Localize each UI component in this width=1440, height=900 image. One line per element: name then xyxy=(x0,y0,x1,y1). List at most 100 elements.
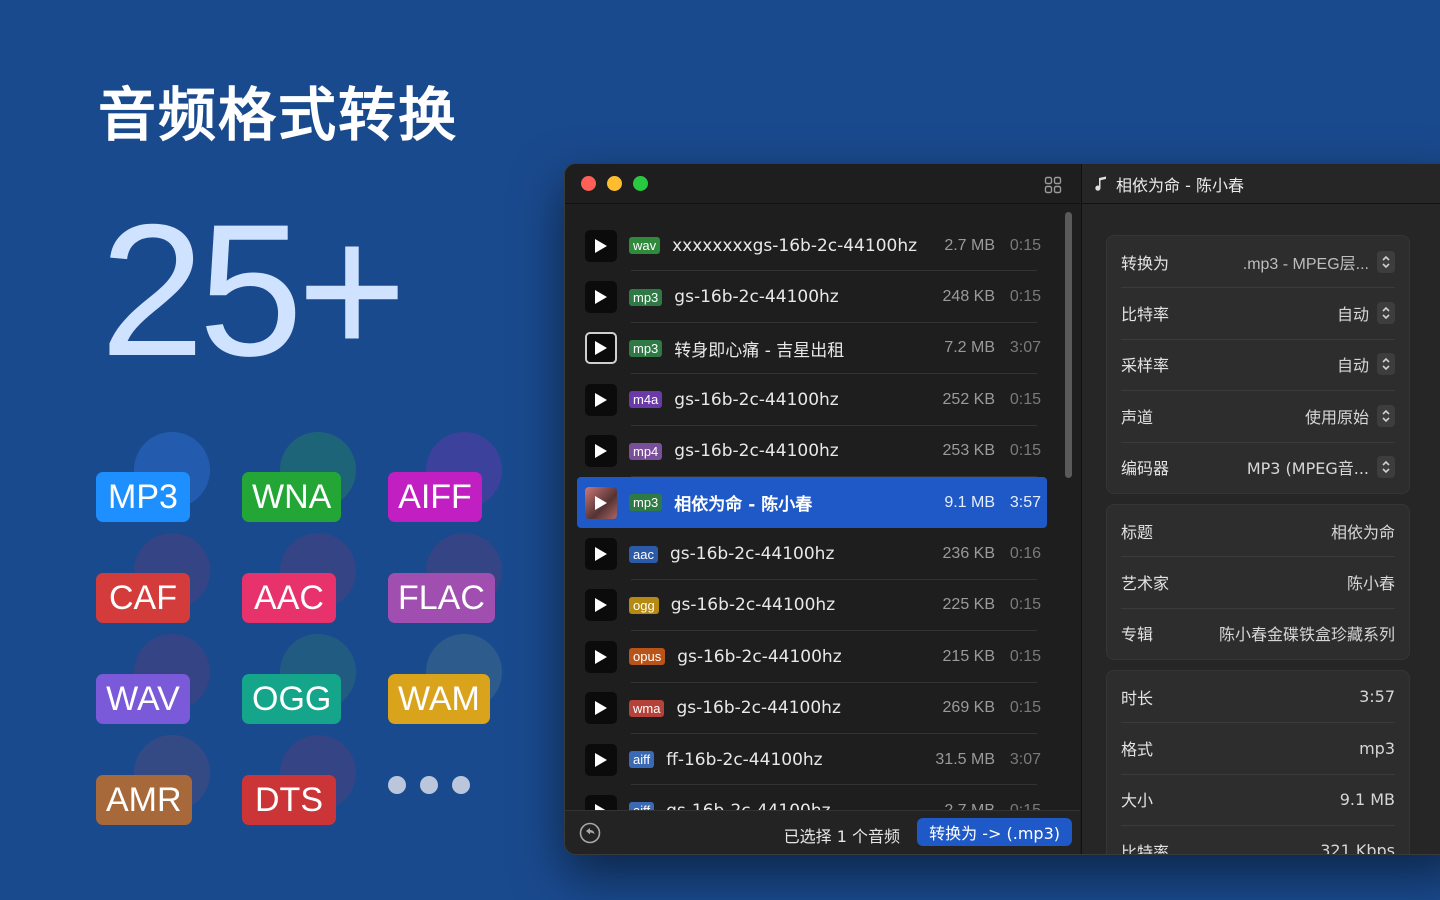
dot xyxy=(388,776,406,794)
format-label: AAC xyxy=(242,573,336,623)
file-size: 7.2 MB xyxy=(944,339,995,357)
chevron-up-down-icon xyxy=(1382,306,1390,320)
file-name: ff-16b-2c-44100hz xyxy=(666,749,823,770)
format-badge: m4a xyxy=(629,391,663,409)
file-row[interactable]: m4a gs-16b-2c-44100hz 252 KB 0:15 xyxy=(577,374,1047,426)
grid-view-icon[interactable] xyxy=(1044,176,1062,194)
file-row[interactable]: wma gs-16b-2c-44100hz 269 KB 0:15 xyxy=(577,683,1047,735)
detail-value-text: 相依为命 xyxy=(1330,522,1395,542)
footer-bar: 已选择 1 个音频 转换为 -> (.mp3) xyxy=(565,810,1080,854)
play-button[interactable] xyxy=(585,435,617,468)
format-tag-aiff: AIFF xyxy=(388,432,502,522)
file-row[interactable]: mp3 gs-16b-2c-44100hz 248 KB 0:15 xyxy=(577,271,1047,324)
file-name: 相依为命 - 陈小春 xyxy=(674,495,813,516)
format-tag-mp3: MP3 xyxy=(96,432,210,522)
play-button[interactable] xyxy=(585,692,617,725)
format-label: MP3 xyxy=(96,472,190,522)
detail-row[interactable]: 声道 使用原始 xyxy=(1121,390,1395,441)
file-row[interactable]: opus gs-16b-2c-44100hz 215 KB 0:15 xyxy=(577,631,1047,683)
detail-value: 使用原始 xyxy=(1305,404,1395,428)
detail-value: .mp3 - MPEG层... xyxy=(1243,250,1395,274)
file-row[interactable]: aiff ff-16b-2c-44100hz 31.5 MB 3:07 xyxy=(577,734,1047,786)
file-duration: 0:15 xyxy=(1009,647,1041,665)
detail-value: mp3 xyxy=(1359,739,1395,758)
file-duration: 3:07 xyxy=(1009,750,1041,768)
detail-row[interactable]: 编码器 MP3 (MPEG音... xyxy=(1121,441,1395,493)
dot xyxy=(420,776,438,794)
detail-label: 标题 xyxy=(1121,522,1154,542)
detail-label: 艺术家 xyxy=(1121,574,1170,594)
play-icon xyxy=(595,598,607,613)
format-label: WAM xyxy=(388,674,490,724)
play-icon xyxy=(595,701,607,716)
stepper-control[interactable] xyxy=(1377,404,1395,427)
play-icon xyxy=(595,752,607,767)
format-label: WNA xyxy=(242,472,342,522)
detail-label: 时长 xyxy=(1121,688,1154,708)
format-tag-wam: WAM xyxy=(388,634,502,724)
file-row[interactable]: ogg gs-16b-2c-44100hz 225 KB 0:15 xyxy=(577,580,1047,632)
album-art-play-button[interactable] xyxy=(585,486,617,519)
format-label: OGG xyxy=(242,674,342,724)
file-row[interactable]: aac gs-16b-2c-44100hz 236 KB 0:16 xyxy=(577,528,1047,581)
detail-label: 声道 xyxy=(1121,407,1154,427)
play-button[interactable] xyxy=(585,743,617,776)
detail-pane: 相依为命 - 陈小春 转换为 .mp3 - MPEG层... 比特率 自动 采样率 自动声… xyxy=(1081,164,1440,854)
undo-icon[interactable] xyxy=(579,822,601,844)
format-tag-flac: FLAC xyxy=(388,533,502,623)
detail-label: 编码器 xyxy=(1121,459,1170,479)
file-name: gs-16b-2c-44100hz xyxy=(674,441,839,462)
format-badge: mp3 xyxy=(629,339,663,357)
format-label: DTS xyxy=(242,775,336,825)
stepper-control[interactable] xyxy=(1377,353,1395,376)
scrollbar-thumb[interactable] xyxy=(1065,212,1072,478)
file-duration: 3:07 xyxy=(1009,339,1041,357)
minimize-window-button[interactable] xyxy=(607,176,622,191)
file-list-pane: wav xxxxxxxxgs-16b-2c-44100hz 2.7 MB 0:15 mp… xyxy=(565,164,1080,854)
file-row[interactable]: wav xxxxxxxxgs-16b-2c-44100hz 2.7 MB 0:15 xyxy=(577,220,1047,272)
stepper-control[interactable] xyxy=(1377,302,1395,325)
format-grid: MP3 WNA AIFF CAF AAC FLAC WAV OGG WAM AMR DTS xyxy=(96,432,516,832)
close-window-button[interactable] xyxy=(581,176,596,191)
detail-label: 专辑 xyxy=(1121,625,1154,645)
format-tag-aac: AAC xyxy=(242,533,356,623)
play-button[interactable] xyxy=(585,229,617,262)
scrollbar[interactable] xyxy=(1063,208,1073,808)
file-duration: 0:15 xyxy=(1009,596,1041,614)
format-tag-ogg: OGG xyxy=(242,634,356,724)
detail-row[interactable]: 比特率 自动 xyxy=(1121,287,1395,338)
stepper-control[interactable] xyxy=(1377,250,1395,273)
file-row[interactable]: mp4 gs-16b-2c-44100hz 253 KB 0:15 xyxy=(577,426,1047,478)
file-row[interactable]: mp3 转身即心痛 - 吉星出租 7.2 MB 3:07 xyxy=(577,323,1047,375)
play-button[interactable] xyxy=(585,640,617,673)
detail-value-text: 陈小春 xyxy=(1346,574,1395,594)
info-group: 时长 3:57 格式 mp3 大小 9.1 MB 比特率 321 Kbps xyxy=(1106,670,1410,854)
detail-row: 专辑 陈小春金碟铁盒珍藏系列 xyxy=(1121,607,1395,659)
detail-value-text: 陈小春金碟铁盒珍藏系列 xyxy=(1218,625,1395,645)
detail-value: 相依为命 xyxy=(1331,519,1395,543)
zoom-window-button[interactable] xyxy=(633,176,648,191)
detail-value: 陈小春金碟铁盒珍藏系列 xyxy=(1219,621,1395,645)
file-size: 252 KB xyxy=(942,390,995,408)
play-button[interactable] xyxy=(585,332,617,365)
chevron-up-down-icon xyxy=(1382,358,1390,371)
play-button[interactable] xyxy=(585,383,617,416)
format-label: FLAC xyxy=(388,573,495,623)
file-duration: 0:15 xyxy=(1009,390,1041,408)
detail-row[interactable]: 采样率 自动 xyxy=(1121,338,1395,390)
file-name: gs-16b-2c-44100hz xyxy=(670,595,836,616)
more-formats-ellipsis xyxy=(388,776,470,794)
file-row[interactable]: mp3 相依为命 - 陈小春 9.1 MB 3:57 xyxy=(577,476,1047,529)
format-tag-wna: WNA xyxy=(242,432,356,522)
play-icon xyxy=(595,290,607,305)
file-name: gs-16b-2c-44100hz xyxy=(669,544,835,565)
play-button[interactable] xyxy=(585,589,617,622)
play-button[interactable] xyxy=(585,281,617,314)
stepper-control[interactable] xyxy=(1377,456,1395,479)
play-button[interactable] xyxy=(585,538,617,571)
detail-row[interactable]: 转换为 .mp3 - MPEG层... xyxy=(1121,236,1395,287)
convert-button[interactable]: 转换为 -> (.mp3) xyxy=(917,818,1072,846)
file-row[interactable]: aiff gs-16b-2c-44100hz 2.7 MB 0:15 xyxy=(577,785,1047,812)
format-label: WAV xyxy=(96,674,190,724)
format-badge: mp4 xyxy=(629,442,663,460)
